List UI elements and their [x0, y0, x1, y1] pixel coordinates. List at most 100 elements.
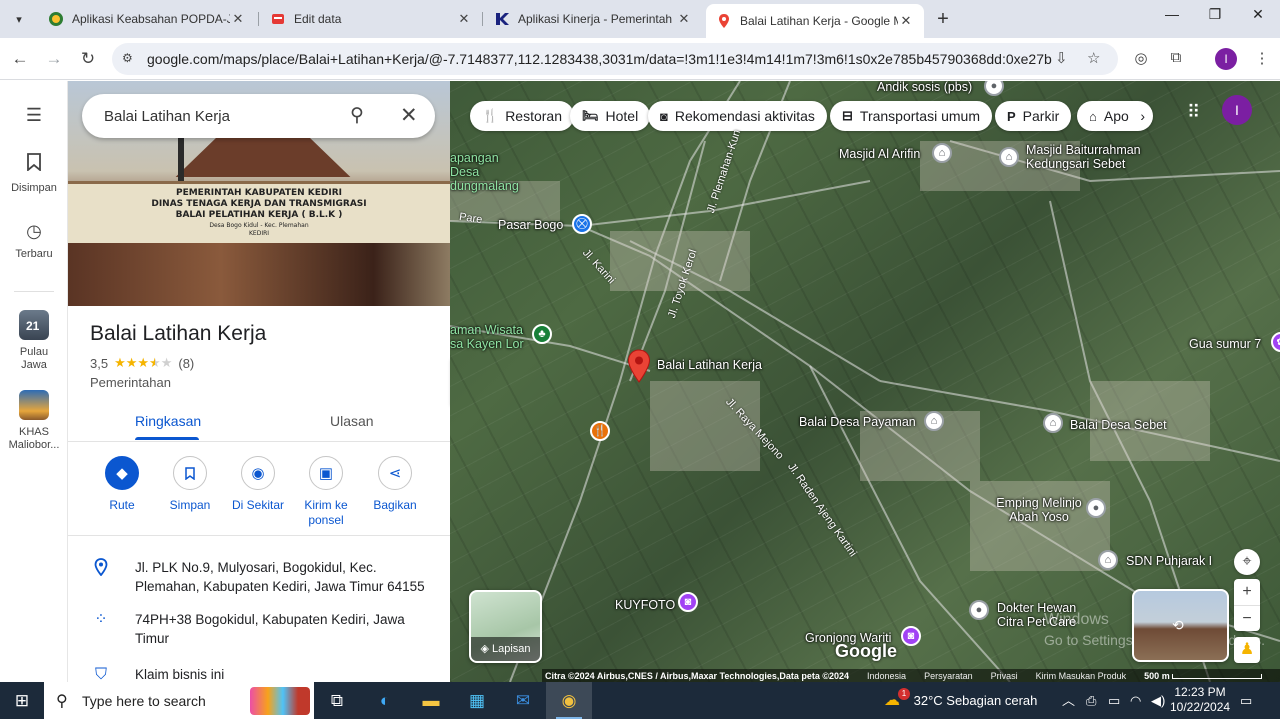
- selected-place-marker-icon[interactable]: [627, 349, 651, 383]
- chevron-right-icon[interactable]: ›: [1140, 108, 1145, 124]
- rail-item-saved[interactable]: Disimpan: [0, 153, 68, 194]
- my-location-icon[interactable]: ⌖: [1234, 549, 1260, 575]
- task-view-icon[interactable]: ⧉: [314, 682, 360, 719]
- system-clock[interactable]: 12:23 PM 10/22/2024: [1170, 685, 1230, 715]
- outlook-icon[interactable]: ✉: [500, 682, 546, 719]
- browser-profile-avatar[interactable]: I: [1215, 48, 1237, 70]
- review-count[interactable]: (8): [178, 356, 194, 371]
- close-tab-icon[interactable]: ✕: [456, 11, 472, 27]
- map-label-lapangan[interactable]: apangan Desa dungmalang: [450, 151, 530, 193]
- privacy-link[interactable]: Privasi: [991, 671, 1018, 681]
- chrome-icon[interactable]: ◉: [546, 682, 592, 719]
- forward-icon[interactable]: →: [42, 47, 66, 71]
- chip-hotels[interactable]: 🛏 Hotel: [570, 101, 651, 131]
- bookmark-star-icon[interactable]: ☆: [1087, 49, 1100, 67]
- meet-now-icon[interactable]: ⎙: [1086, 682, 1096, 719]
- zoom-in-icon[interactable]: +: [1234, 579, 1260, 605]
- map-label-masjid-baiturrahman[interactable]: Masjid Baiturrahman Kedungsari Sebet: [1026, 143, 1156, 171]
- map-label-selected-place[interactable]: Balai Latihan Kerja: [657, 358, 762, 372]
- browser-tab-google-maps[interactable]: Balai Latihan Kerja - Google M ✕: [706, 4, 924, 38]
- taskbar-search-box[interactable]: ⚲ Type here to search: [44, 682, 314, 719]
- install-app-icon[interactable]: ⇩: [1055, 49, 1068, 67]
- photo-studio-poi-icon[interactable]: ◙: [678, 592, 698, 612]
- chip-activities[interactable]: ◙ Rekomendasi aktivitas: [648, 101, 827, 131]
- feedback-link[interactable]: Kirim Masukan Produk: [1036, 671, 1127, 681]
- scale-bar[interactable]: 500 m: [1144, 671, 1263, 681]
- tab-ringkasan[interactable]: Ringkasan: [135, 413, 201, 429]
- chip-restaurants[interactable]: 🍴 Restoran: [470, 101, 574, 131]
- share-button[interactable]: ⋖ Bagikan: [358, 456, 432, 512]
- back-icon[interactable]: ←: [8, 47, 32, 71]
- close-tab-icon[interactable]: ✕: [676, 11, 692, 27]
- map-label-masjid-al-arifin[interactable]: Masjid Al Arifin: [839, 147, 920, 161]
- mosque-poi-icon[interactable]: ⌂: [932, 143, 952, 163]
- edge-icon[interactable]: ◐: [362, 682, 408, 719]
- close-window-icon[interactable]: ✕: [1243, 6, 1273, 23]
- show-hidden-icons[interactable]: ︿: [1062, 682, 1075, 719]
- translate-icon[interactable]: ◎: [1131, 49, 1151, 67]
- extensions-icon[interactable]: ⧉: [1166, 49, 1186, 66]
- map-label-balai-desa-sebet[interactable]: Balai Desa Sebet: [1070, 418, 1167, 432]
- save-button[interactable]: Simpan: [153, 456, 227, 512]
- tab-search-button[interactable]: ▾: [6, 6, 32, 32]
- restaurant-poi-icon[interactable]: 🍴: [590, 421, 610, 441]
- shop-poi-icon[interactable]: ●: [1086, 498, 1106, 518]
- zoom-out-icon[interactable]: −: [1234, 605, 1260, 631]
- chip-transit[interactable]: ⊟ Transportasi umum: [830, 101, 992, 131]
- weather-widget[interactable]: ☁ 1 32°C Sebagian cerah: [884, 682, 1037, 719]
- windows-start-icon[interactable]: ⊞: [0, 682, 44, 719]
- terms-link[interactable]: Persyaratan: [924, 671, 973, 681]
- map-label-taman-wisata[interactable]: aman Wisata sa Kayen Lor: [450, 323, 530, 351]
- school-poi-icon[interactable]: ⌂: [1098, 550, 1118, 570]
- map-label-gua-sumur[interactable]: Gua sumur 7: [1189, 337, 1261, 351]
- microsoft-store-icon[interactable]: ▦: [454, 682, 500, 719]
- map-label-sdn-puhjarak[interactable]: SDN Puhjarak I: [1126, 554, 1212, 568]
- directions-button[interactable]: ◆ Rute: [85, 456, 159, 512]
- clear-search-icon[interactable]: ✕: [400, 103, 418, 128]
- government-poi-icon[interactable]: ⌂: [924, 411, 944, 431]
- map-label-andik[interactable]: Andik sosis (pbs): [877, 81, 972, 94]
- rating-stars-icon[interactable]: ★★★★★: [114, 355, 172, 371]
- rail-item-pulau-jawa[interactable]: 21 Pulau Jawa: [0, 310, 68, 372]
- map-label-emping-melinjo[interactable]: Emping Melinjo Abah Yoso: [989, 496, 1089, 524]
- search-icon[interactable]: ⚲: [350, 104, 364, 127]
- browser-tab-edit-data[interactable]: Edit data ✕: [260, 4, 482, 34]
- nearby-button[interactable]: ◉ Di Sekitar: [221, 456, 295, 512]
- send-to-phone-button[interactable]: ▣ Kirim ke ponsel: [289, 456, 363, 528]
- map-canvas[interactable]: 🍴 Restoran 🛏 Hotel ◙ Rekomendasi aktivit…: [450, 81, 1280, 682]
- search-input[interactable]: [104, 105, 334, 127]
- new-tab-button[interactable]: +: [932, 8, 954, 31]
- map-label-pasar-bogo[interactable]: Pasar Bogo: [498, 218, 563, 232]
- minimize-window-icon[interactable]: —: [1157, 6, 1187, 22]
- site-info-icon[interactable]: ⚙: [122, 51, 133, 65]
- volume-icon[interactable]: ◀): [1151, 682, 1165, 719]
- map-label-balai-desa-payaman[interactable]: Balai Desa Payaman: [799, 415, 916, 429]
- maps-profile-avatar[interactable]: I: [1222, 95, 1252, 125]
- notifications-icon[interactable]: ▭: [1240, 682, 1252, 719]
- vet-poi-icon[interactable]: ●: [969, 600, 989, 620]
- market-poi-icon[interactable]: ⛒: [572, 214, 592, 234]
- reload-icon[interactable]: ↻: [76, 47, 100, 71]
- pegman-icon[interactable]: ♟: [1234, 637, 1260, 663]
- close-tab-icon[interactable]: ✕: [230, 11, 246, 27]
- battery-icon[interactable]: ▭: [1108, 682, 1120, 719]
- close-tab-icon[interactable]: ✕: [898, 13, 914, 29]
- browser-menu-icon[interactable]: ⋮: [1252, 49, 1272, 67]
- attraction-poi-icon[interactable]: ◙: [901, 626, 921, 646]
- mosque-poi-icon[interactable]: ⌂: [999, 147, 1019, 167]
- chip-parking[interactable]: P Parkir: [995, 101, 1072, 131]
- address-bar[interactable]: ⚙ google.com/maps/place/Balai+Latihan+Ke…: [112, 43, 1118, 75]
- country-label[interactable]: Indonesia: [867, 671, 906, 681]
- browser-tab-kinerja[interactable]: Aplikasi Kinerja - Pemerintah K ✕: [484, 4, 702, 34]
- url-text[interactable]: google.com/maps/place/Balai+Latihan+Kerj…: [147, 51, 1052, 67]
- file-explorer-icon[interactable]: ▬: [408, 682, 454, 719]
- rail-item-recent[interactable]: ◷ Terbaru: [0, 221, 68, 260]
- tab-ulasan[interactable]: Ulasan: [330, 413, 374, 429]
- park-poi-icon[interactable]: ♣: [532, 324, 552, 344]
- maps-menu-button[interactable]: ☰: [0, 105, 68, 132]
- browser-tab-popda[interactable]: Aplikasi Keabsahan POPDA-JAT ✕: [38, 4, 256, 34]
- government-poi-icon[interactable]: ⌂: [1043, 413, 1063, 433]
- street-view-thumbnail[interactable]: ⟲: [1132, 589, 1229, 662]
- rail-item-khas-malioboro[interactable]: KHAS Maliobor...: [0, 390, 68, 452]
- google-apps-icon[interactable]: ⠿: [1187, 102, 1200, 123]
